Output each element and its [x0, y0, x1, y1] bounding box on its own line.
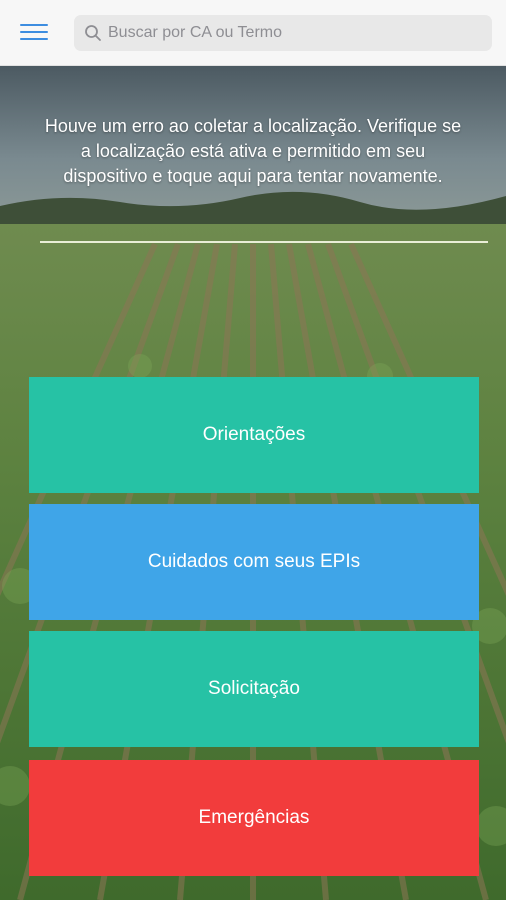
location-error-message[interactable]: Houve um erro ao coletar a localização. …	[40, 114, 466, 189]
hamburger-menu-icon[interactable]	[20, 22, 48, 44]
menu-line	[20, 31, 48, 33]
cuidados-epis-button[interactable]: Cuidados com seus EPIs	[29, 504, 479, 620]
emergencias-button[interactable]: Emergências	[29, 760, 479, 876]
top-bar	[0, 0, 506, 66]
menu-line	[20, 38, 48, 40]
solicitacao-button[interactable]: Solicitação	[29, 631, 479, 747]
divider	[40, 241, 488, 243]
search-bar[interactable]	[74, 15, 492, 51]
search-input[interactable]	[108, 15, 478, 51]
search-icon	[85, 25, 101, 41]
menu-line	[20, 24, 48, 26]
orientacoes-button[interactable]: Orientações	[29, 377, 479, 493]
main-area: Houve um erro ao coletar a localização. …	[0, 66, 506, 900]
